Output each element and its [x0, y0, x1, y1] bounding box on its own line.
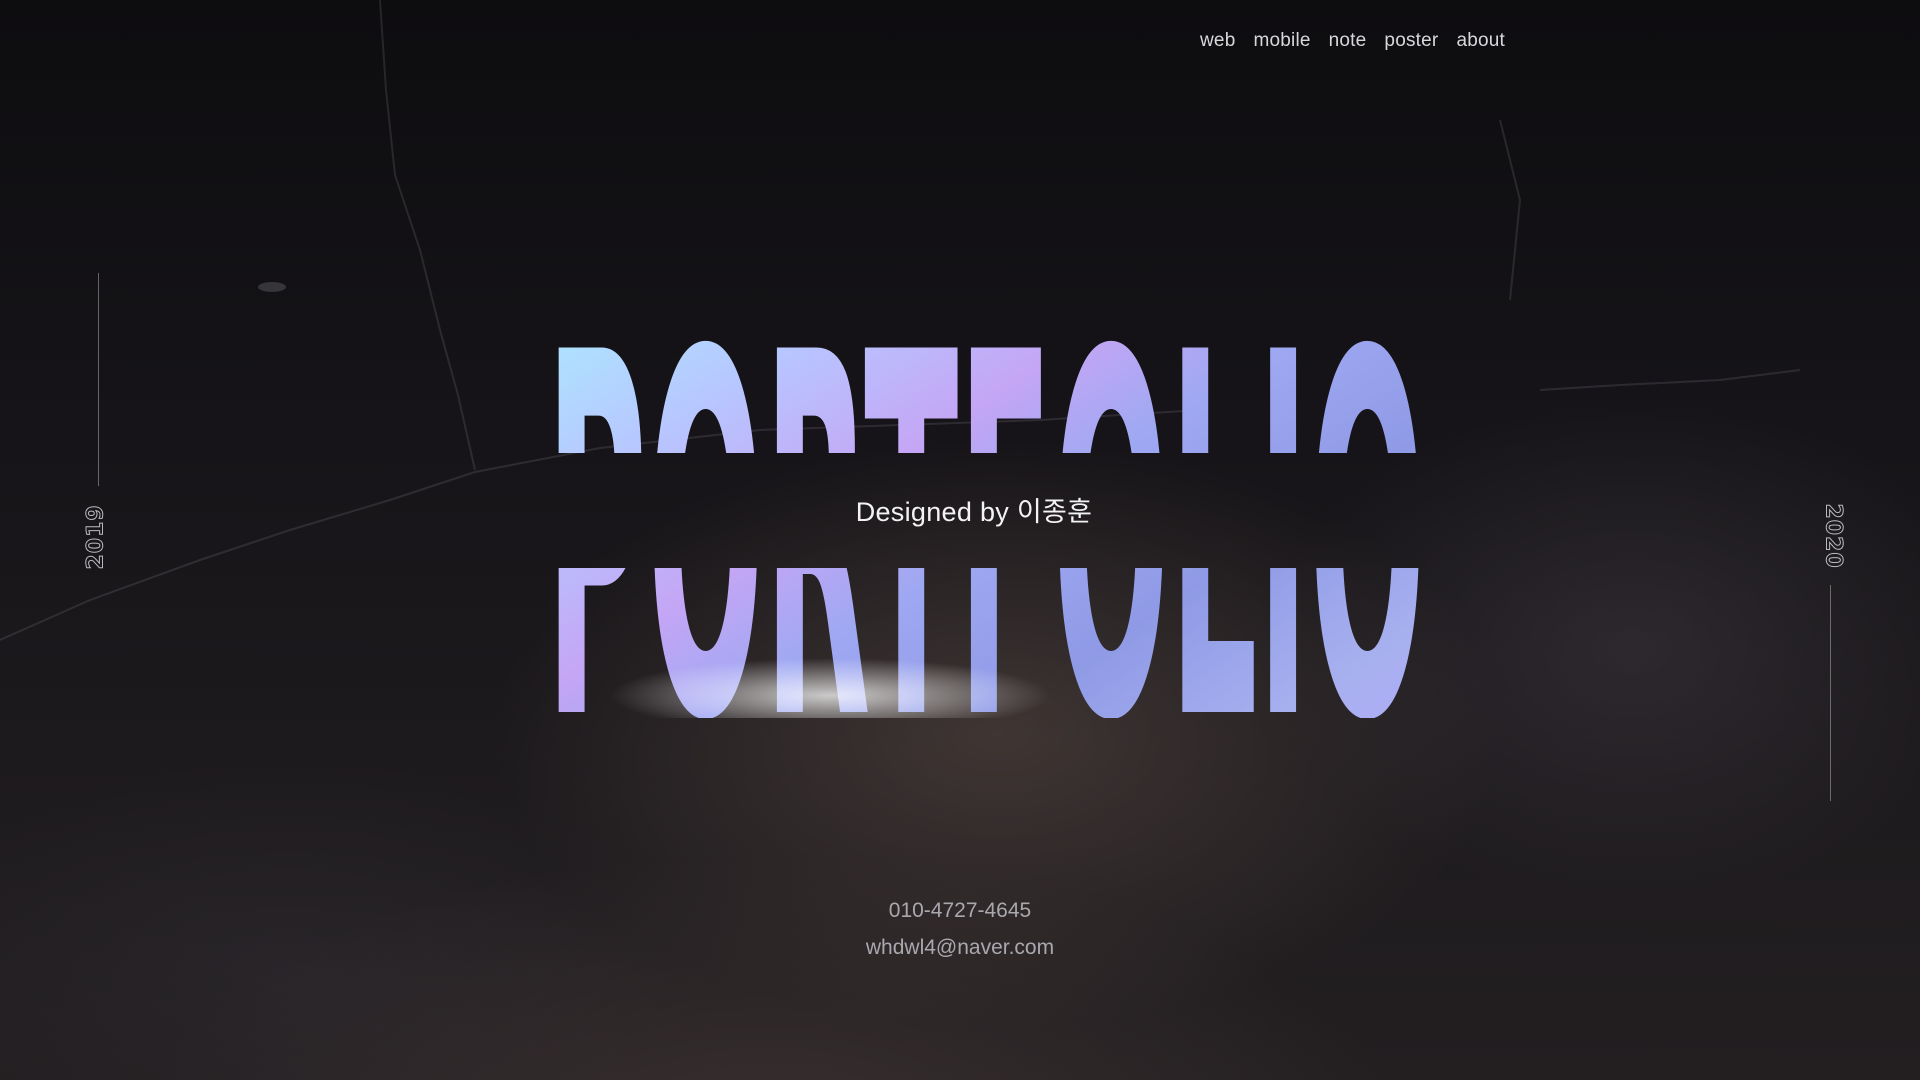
designer-credit: Designed by 이종훈: [855, 497, 1093, 527]
phone-number[interactable]: 010-4727-4645: [0, 892, 1920, 929]
title-text-top: PORTFOLIO: [546, 248, 1426, 830]
contact-info: 010-4727-4645 whdwl4@naver.com: [0, 892, 1920, 966]
title-highlight: [540, 568, 1420, 718]
email-address[interactable]: whdwl4@naver.com: [0, 929, 1920, 966]
hero-section: web mobile note poster about 2019 2020 P…: [0, 0, 1920, 1080]
